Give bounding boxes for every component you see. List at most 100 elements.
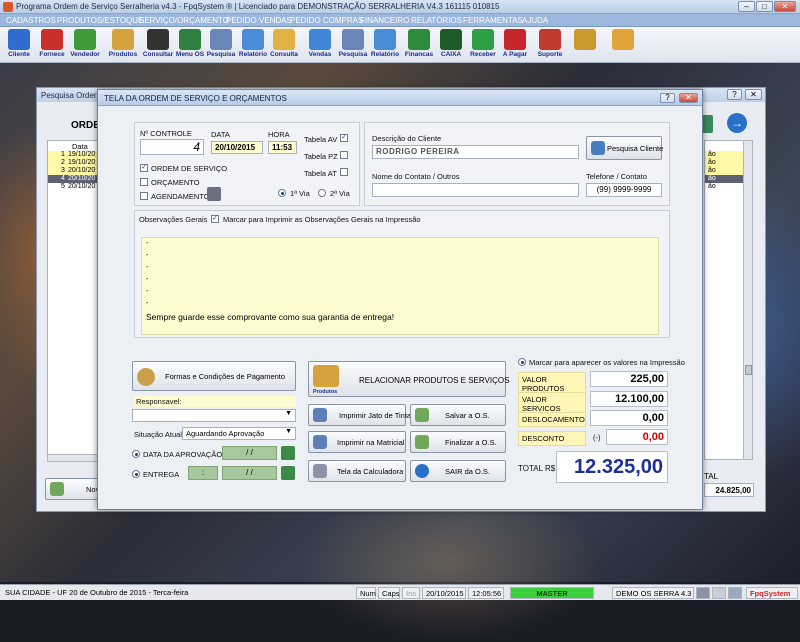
menu-relatorios[interactable]: RELATÓRIOS (411, 16, 462, 25)
salvar-os-button[interactable]: Salvar a O.S. (410, 404, 506, 426)
agendamento-checkbox[interactable] (140, 192, 148, 200)
table-row[interactable]: ão (705, 183, 743, 191)
exit-icon (612, 29, 634, 50)
menu-pedido-compras[interactable]: PEDIDO COMPRAS (290, 16, 363, 25)
valor-servicos-field[interactable]: 12.100,00 (590, 391, 668, 407)
maximize-button[interactable]: □ (756, 1, 773, 12)
toolbar-button-vendas[interactable]: Vendas (303, 29, 337, 62)
table-row[interactable]: 5 20/10/20 (48, 183, 98, 191)
orcamento-checkbox[interactable] (140, 178, 148, 186)
toolbar-button-financas[interactable]: Financas (402, 29, 436, 62)
controle-field[interactable]: 4 (140, 139, 204, 155)
list-scrollbar[interactable] (743, 140, 753, 460)
bottom-scrollbar[interactable] (47, 454, 99, 462)
table-row[interactable]: ão (705, 167, 743, 175)
calculadora-button[interactable]: Tela da Calculadora (308, 460, 406, 482)
toolbar-button-caixa[interactable]: CAIXA (434, 29, 468, 62)
telefone-field[interactable]: (99) 9999-9999 (586, 183, 662, 197)
contato-field[interactable] (372, 183, 579, 197)
situacao-select[interactable]: Aguardando Aprovação ▼ (182, 427, 296, 440)
report-icon (374, 29, 396, 50)
table-row[interactable]: ão (705, 159, 743, 167)
sair-os-button[interactable]: SAIR da O.S. (410, 460, 506, 482)
toolbar-button-vendedor[interactable]: Vendedor (68, 29, 102, 62)
toolbar-button-produtos[interactable]: Produtos (106, 29, 140, 62)
table-row[interactable]: ão (705, 175, 743, 183)
ordem-servico-checkbox[interactable]: ✓ (140, 164, 148, 172)
imprimir-jato-button[interactable]: Imprimir Jato de Tinta (308, 404, 411, 426)
obs-print-checkbox[interactable]: ✓ (211, 215, 219, 223)
bg-close-button[interactable]: ✕ (745, 89, 762, 100)
bg-help-button[interactable]: ? (727, 89, 742, 100)
new-order-button[interactable]: Nov (45, 478, 99, 500)
status-bar: SUA CIDADE - UF 20 de Outubro de 2015 - … (0, 584, 800, 600)
calendar-icon[interactable] (207, 187, 221, 201)
menu-produtos-estoque[interactable]: PRODUTOS/ESTOQUE (57, 16, 143, 25)
formas-pagamento-button[interactable]: Formas e Condições de Pagamento (132, 361, 296, 391)
toolbar-button-consultar[interactable]: Consultar (138, 29, 178, 62)
table-row[interactable]: 1 19/10/20 (48, 151, 98, 159)
row-number: 1 (61, 151, 65, 158)
hora-field[interactable]: 11:53 (268, 141, 297, 154)
toolbar-button-pesquisa[interactable]: Pesquisa (336, 29, 370, 62)
toolbar-button-suporte[interactable]: Suporte (533, 29, 567, 62)
calendar-icon[interactable] (281, 446, 295, 460)
tabela-av-label: Tabela AV (304, 135, 338, 144)
menu-financeiro[interactable]: FINANCEIRO (360, 16, 409, 25)
tabela-at-checkbox[interactable] (340, 168, 348, 176)
menu-servico-orcamento[interactable]: SERVIÇO/ORÇAMENTO (139, 16, 229, 25)
menu-pedido-vendas[interactable]: PEDIDO VENDAS (226, 16, 292, 25)
close-button[interactable]: ✕ (774, 1, 796, 12)
calendar-icon[interactable] (281, 466, 295, 480)
finalizar-os-button[interactable]: Finalizar a O.S. (410, 431, 506, 453)
table-row[interactable]: ão (705, 151, 743, 159)
menu-cadastros[interactable]: CADASTROS (6, 16, 56, 25)
data-field[interactable]: 20/10/2015 (211, 141, 263, 154)
deslocamento-field[interactable]: 0,00 (590, 410, 668, 426)
imprimir-matricial-button[interactable]: Imprimir na Matricial (308, 431, 406, 453)
responsavel-select[interactable]: ▼ (132, 409, 296, 422)
entrega-date-field[interactable]: / / (222, 466, 277, 480)
dialog-close-button[interactable]: ✕ (679, 93, 698, 103)
dialog-help-button[interactable]: ? (660, 93, 675, 103)
menu-ajuda[interactable]: AJUDA (522, 16, 548, 25)
cliente-field[interactable]: RODRIGO PEREIRA (372, 145, 579, 159)
toolbar-button-cliente[interactable]: Cliente (2, 29, 36, 62)
calculator-icon[interactable] (696, 587, 710, 599)
table-row[interactable]: 3 20/10/20 (48, 167, 98, 175)
relacionar-produtos-button[interactable]: Produtos RELACIONAR PRODUTOS E SERVIÇOS (308, 361, 509, 397)
tabela-av-checkbox[interactable]: ✓ (340, 134, 348, 142)
toolbar-button-coins[interactable] (568, 29, 602, 62)
desconto-field[interactable]: 0,00 (606, 429, 668, 445)
toolbar-button-pesquisa[interactable]: Pesquisa (204, 29, 238, 62)
valor-produtos-field[interactable]: 225,00 (590, 371, 668, 387)
printer-icon[interactable] (728, 587, 742, 599)
keyboard-icon[interactable] (712, 587, 726, 599)
toolbar-button-consulta[interactable]: Consulta (267, 29, 301, 62)
via1-radio[interactable] (278, 189, 286, 197)
next-arrow-icon[interactable]: → (727, 113, 747, 133)
toolbar-button-fornece[interactable]: Fornece (35, 29, 69, 62)
toolbar-button-a-pagar[interactable]: A Pagar (498, 29, 532, 62)
toolbar-button-receber[interactable]: Receber (466, 29, 500, 62)
row-number: 2 (61, 159, 65, 166)
table-row[interactable]: 4 20/10/20 (48, 175, 98, 183)
entrega-time-field[interactable]: : (188, 466, 218, 480)
pesquisa-cliente-button[interactable]: Pesquisa Cliente (586, 136, 663, 160)
toolbar-button-exit[interactable] (606, 29, 640, 62)
data-aprovacao-radio[interactable] (132, 450, 140, 458)
minimize-button[interactable]: – (738, 1, 755, 12)
via2-radio[interactable] (318, 189, 326, 197)
toolbar-button-relatório[interactable]: Relatório (236, 29, 270, 62)
marcar-valores-radio[interactable] (518, 358, 526, 366)
scrollbar-thumb[interactable] (745, 365, 752, 375)
table-row[interactable]: 2 19/10/20 (48, 159, 98, 167)
menu-ferramentas[interactable]: FERRAMENTAS (463, 16, 523, 25)
toolbar-button-relatório[interactable]: Relatório (368, 29, 402, 62)
tabela-pz-checkbox[interactable] (340, 151, 348, 159)
orcamento-label: ORÇAMENTO (151, 178, 200, 187)
obs-textarea[interactable]: - - - - - - Sempre guarde esse comprovan… (141, 237, 659, 335)
data-aprovacao-field[interactable]: / / (222, 446, 277, 460)
entrega-radio[interactable] (132, 470, 140, 478)
toolbar-button-menu-os[interactable]: Menu OS (173, 29, 207, 62)
